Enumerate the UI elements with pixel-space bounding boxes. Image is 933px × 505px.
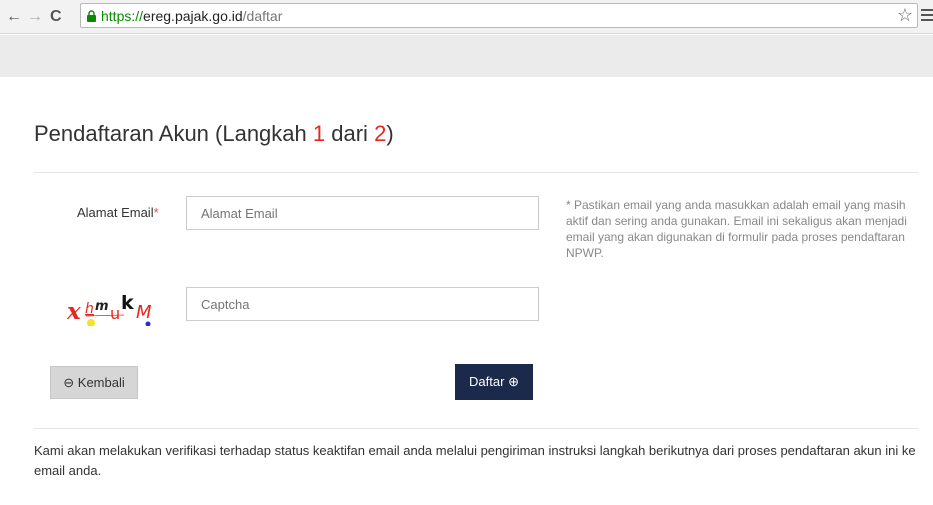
email-field[interactable] <box>186 196 539 230</box>
reload-icon[interactable]: C <box>50 8 62 26</box>
verification-note: Kami akan melakukan verifikasi terhadap … <box>34 443 916 478</box>
captcha-field[interactable] <box>186 287 539 321</box>
lock-icon <box>87 10 96 22</box>
url-text: https://ereg.pajak.go.id/daftar <box>101 8 283 24</box>
required-marker: * <box>153 205 159 220</box>
page-title: Pendaftaran Akun (Langkah 1 dari 2) <box>34 121 394 146</box>
browser-toolbar: ← → C https://ereg.pajak.go.id/daftar ☆ <box>0 0 933 34</box>
divider <box>34 428 918 429</box>
star-icon[interactable]: ☆ <box>897 5 913 26</box>
register-button[interactable]: Daftar ⊕ <box>455 364 533 400</box>
address-bar[interactable]: https://ereg.pajak.go.id/daftar ☆ <box>80 3 918 28</box>
step-total: 2 <box>374 121 387 146</box>
email-label: Alamat Email* <box>77 205 159 220</box>
divider <box>34 172 918 173</box>
svg-text:M: M <box>136 302 152 323</box>
back-button[interactable]: ⊖ Kembali <box>50 366 138 399</box>
svg-text:k: k <box>121 292 134 314</box>
circle-arrow-left-icon: ⊖ <box>63 375 75 390</box>
email-help-text: * Pastikan email yang anda masukkan adal… <box>566 198 907 260</box>
hamburger-menu-icon[interactable] <box>921 9 933 24</box>
svg-text:x: x <box>66 298 81 325</box>
svg-text:h: h <box>85 301 94 317</box>
svg-text:m: m <box>95 299 109 314</box>
circle-arrow-right-icon: ⊕ <box>508 374 519 389</box>
svg-text:u: u <box>110 304 120 323</box>
page-header-bar <box>0 35 933 77</box>
forward-arrow-icon[interactable]: → <box>27 8 43 26</box>
step-current: 1 <box>312 121 326 146</box>
back-arrow-icon[interactable]: ← <box>6 8 22 26</box>
captcha-image: x h m u k M <box>64 286 160 326</box>
